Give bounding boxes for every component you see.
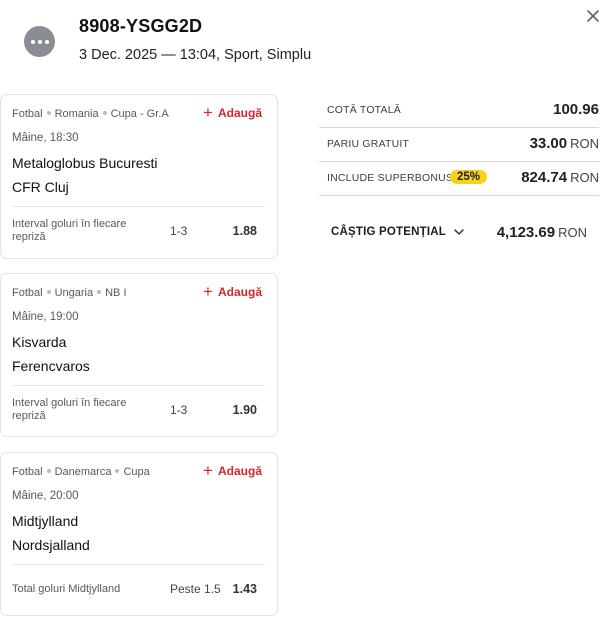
competition-label: NB I xyxy=(105,287,127,299)
add-label: Adaugă xyxy=(217,285,262,299)
superbonus-badge: 25% xyxy=(450,170,488,184)
more-dots-icon[interactable] xyxy=(24,26,55,57)
potential-win-label: CÂȘTIG POTENȚIAL xyxy=(331,226,447,238)
event-card: Fotbal Romania Cupa - Gr.A + Adaugă Mâine,… xyxy=(0,94,278,259)
superbonus-value: 824.74 RON xyxy=(521,169,599,186)
add-button[interactable]: + Adaugă xyxy=(203,103,262,122)
odds-value: 1.90 xyxy=(232,403,257,417)
event-time: Mâine, 18:30 xyxy=(12,132,79,144)
separator-dot xyxy=(97,290,102,295)
odds-value: 1.88 xyxy=(232,224,257,238)
potential-win-amount: 4,123.69 xyxy=(496,224,556,241)
potential-win-toggle[interactable]: CÂȘTIG POTENȚIAL xyxy=(331,226,464,238)
event-breadcrumb: Fotbal Romania Cupa - Gr.A xyxy=(12,108,169,120)
selection-label: 1-3 xyxy=(170,403,188,417)
market-label: Interval goluri în fiecare repriză xyxy=(12,397,127,422)
home-team: Midtjylland xyxy=(12,513,79,529)
event-card: Fotbal Danemarca Cupa + Adaugă Mâine, 20:0… xyxy=(0,452,278,616)
separator-dot xyxy=(46,111,51,116)
country-label: Danemarca xyxy=(54,466,112,478)
away-team: Ferencvaros xyxy=(12,358,90,374)
event-time: Mâine, 19:00 xyxy=(12,311,79,323)
currency-label: RON xyxy=(558,225,587,240)
event-breadcrumb: Fotbal Danemarca Cupa xyxy=(12,466,150,478)
country-label: Ungaria xyxy=(54,287,94,299)
free-bet-amount: 33.00 xyxy=(529,135,568,152)
separator-dot xyxy=(115,469,120,474)
selection-label: Peste 1.5 xyxy=(170,582,221,596)
currency-label: RON xyxy=(570,136,599,151)
odds-value: 1.43 xyxy=(232,582,257,596)
ticket-id: 8908-YSGG2D xyxy=(79,16,203,36)
add-button[interactable]: + Adaugă xyxy=(203,461,262,480)
divider xyxy=(12,385,265,386)
separator-dot xyxy=(102,111,107,116)
home-team: Kisvarda xyxy=(12,334,67,350)
divider xyxy=(12,564,265,565)
ticket-meta: 3 Dec. 2025 — 13:04, Sport, Simplu xyxy=(79,47,312,63)
sport-label: Fotbal xyxy=(12,466,43,478)
superbonus-label: INCLUDE SUPERBONUS xyxy=(327,172,454,184)
away-team: Nordsjalland xyxy=(12,537,90,553)
ticket-header: 8908-YSGG2D 3 Dec. 2025 — 13:04, Sport, … xyxy=(0,0,609,80)
separator-dot xyxy=(46,290,51,295)
add-label: Adaugă xyxy=(217,464,262,478)
market-label: Interval goluri în fiecare repriză xyxy=(12,218,127,243)
event-breadcrumb: Fotbal Ungaria NB I xyxy=(12,287,127,299)
add-label: Adaugă xyxy=(217,106,262,120)
free-bet-value: 33.00 RON xyxy=(530,135,599,152)
superbonus-amount: 824.74 xyxy=(521,169,568,186)
competition-label: Cupa - Gr.A xyxy=(110,108,169,120)
plus-icon: + xyxy=(203,282,213,301)
away-team: CFR Cluj xyxy=(12,179,69,195)
superbonus-row: INCLUDE SUPERBONUS 25% 824.74 RON xyxy=(319,162,599,196)
total-odds-row: COTĂ TOTALĂ 100.96 xyxy=(319,94,599,128)
potential-win-row: CÂȘTIG POTENȚIAL 4,123.69 RON xyxy=(319,196,599,254)
sport-label: Fotbal xyxy=(12,108,43,120)
chevron-down-icon xyxy=(454,228,464,235)
total-odds-label: COTĂ TOTALĂ xyxy=(327,104,401,116)
separator-dot xyxy=(46,469,51,474)
currency-label: RON xyxy=(570,170,599,185)
country-label: Romania xyxy=(54,108,99,120)
close-icon[interactable] xyxy=(585,8,601,24)
event-card: Fotbal Ungaria NB I + Adaugă Mâine, 19:00 … xyxy=(0,273,278,437)
plus-icon: + xyxy=(203,461,213,480)
bet-summary: COTĂ TOTALĂ 100.96 PARIU GRATUIT 33.00 RO… xyxy=(319,94,599,254)
market-label: Total goluri Midtjylland xyxy=(12,583,121,595)
free-bet-row: PARIU GRATUIT 33.00 RON xyxy=(319,128,599,162)
total-odds-value: 100.96 xyxy=(553,101,599,118)
home-team: Metaloglobus Bucuresti xyxy=(12,155,158,171)
divider xyxy=(12,206,265,207)
add-button[interactable]: + Adaugă xyxy=(203,282,262,301)
plus-icon: + xyxy=(203,103,213,122)
competition-label: Cupa xyxy=(123,466,150,478)
potential-win-value: 4,123.69 RON xyxy=(497,224,587,241)
free-bet-label: PARIU GRATUIT xyxy=(327,138,410,150)
event-time: Mâine, 20:00 xyxy=(12,490,79,502)
sport-label: Fotbal xyxy=(12,287,43,299)
selection-label: 1-3 xyxy=(170,224,188,238)
